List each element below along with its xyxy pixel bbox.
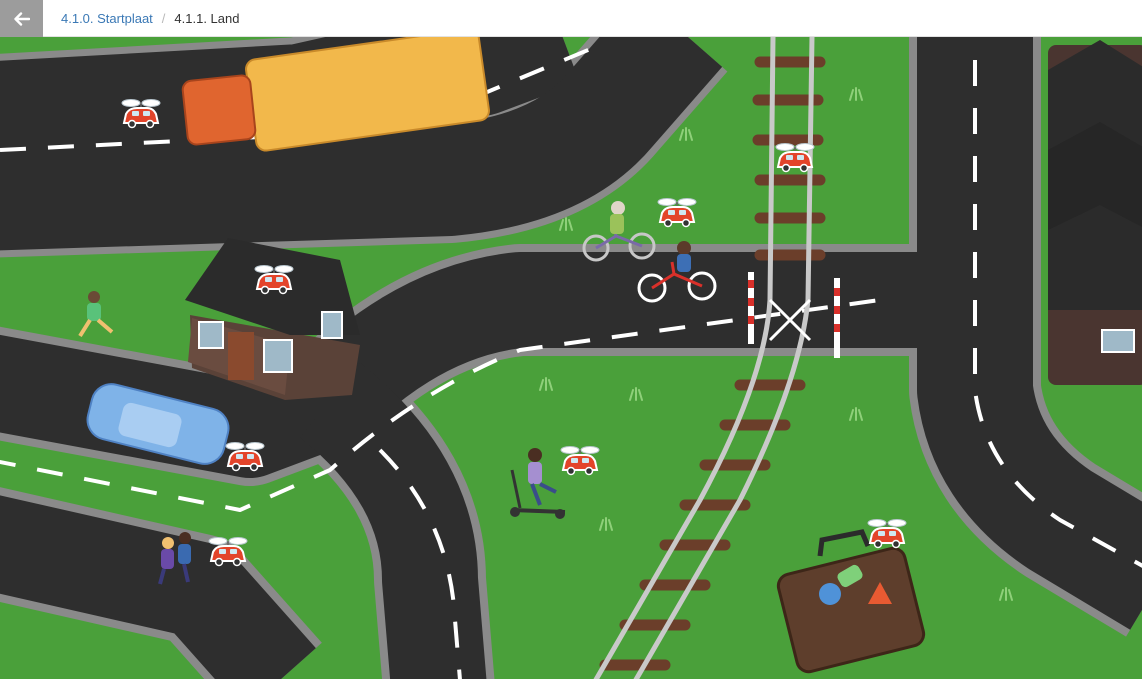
hotspot-flying-car-7[interactable] <box>208 536 248 567</box>
top-bar: 4.1.0. Startplaat / 4.1.1. Land <box>0 0 1142 37</box>
hotspot-flying-car-4[interactable] <box>254 264 294 295</box>
breadcrumb-item-land: 4.1.1. Land <box>174 11 240 26</box>
scene-illustration <box>0 37 1142 679</box>
arrow-left-icon <box>13 11 30 26</box>
breadcrumb: 4.1.0. Startplaat / 4.1.1. Land <box>61 0 239 37</box>
scene-canvas <box>0 37 1142 679</box>
hotspot-flying-car-2[interactable] <box>775 142 815 173</box>
hotspot-flying-car-6[interactable] <box>560 445 600 476</box>
hotspot-flying-car-3[interactable] <box>657 197 697 228</box>
hotspot-flying-car-8[interactable] <box>867 518 907 549</box>
breadcrumb-separator: / <box>161 11 166 26</box>
back-button[interactable] <box>0 0 43 37</box>
houses-right <box>1048 40 1142 385</box>
hotspot-flying-car-5[interactable] <box>225 441 265 472</box>
breadcrumb-item-startplaat[interactable]: 4.1.0. Startplaat <box>61 11 153 26</box>
hotspot-flying-car-1[interactable] <box>121 98 161 129</box>
